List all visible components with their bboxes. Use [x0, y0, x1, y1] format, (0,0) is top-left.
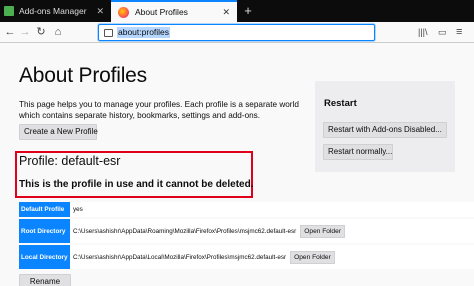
rename-profile-button[interactable]: Rename	[19, 274, 71, 286]
row-header-default-profile: Default Profile	[19, 202, 70, 217]
tab-label: Add-ons Manager	[19, 6, 87, 16]
local-directory-path: C:\Users\ashishr\AppData\Local\Mozilla\F…	[73, 253, 287, 261]
close-tab-icon[interactable]: ✕	[96, 6, 104, 17]
library-icon[interactable]: |||\	[418, 24, 428, 40]
page-title: About Profiles	[19, 64, 147, 87]
puzzle-piece-icon	[4, 6, 14, 16]
open-root-folder-button[interactable]: Open Folder	[300, 224, 345, 238]
tab-strip: Add-ons Manager ✕ About Profiles ✕ +	[0, 0, 474, 22]
open-local-folder-button[interactable]: Open Folder	[290, 250, 335, 264]
table-row: Local Directory C:\Users\ashishr\AppData…	[19, 245, 474, 269]
row-value: C:\Users\ashishr\AppData\Local\Mozilla\F…	[73, 245, 335, 269]
restart-normally-button[interactable]: Restart normally...	[323, 144, 393, 160]
restart-panel: Restart Restart with Add-ons Disabled...…	[315, 81, 455, 172]
table-row: Default Profile yes	[19, 202, 474, 217]
profile-heading: Profile: default-esr	[19, 154, 121, 168]
sidebar-icon[interactable]: ▭	[438, 24, 447, 40]
navigation-toolbar: ← → ↻ ⌂ about:profiles |||\ ▭ ≡	[0, 22, 474, 43]
hamburger-menu-icon[interactable]: ≡	[456, 24, 462, 40]
create-new-profile-button[interactable]: Create a New Profile	[19, 124, 98, 140]
row-header-root-directory: Root Directory	[19, 219, 70, 243]
url-text[interactable]: about:profiles	[117, 27, 171, 38]
tab-label: About Profiles	[135, 7, 188, 17]
new-tab-button[interactable]: +	[240, 0, 256, 22]
browser-window: Add-ons Manager ✕ About Profiles ✕ + ← →…	[0, 0, 474, 286]
row-value: yes	[73, 202, 83, 217]
restart-heading: Restart	[324, 98, 357, 109]
tab-about-profiles[interactable]: About Profiles ✕	[111, 0, 237, 22]
profile-in-use-warning: This is the profile in use and it cannot…	[19, 179, 254, 190]
page-info-icon[interactable]	[104, 29, 113, 37]
restart-addons-disabled-button[interactable]: Restart with Add-ons Disabled...	[323, 122, 447, 138]
forward-arrow-icon[interactable]: →	[18, 24, 32, 40]
reload-icon[interactable]: ↻	[34, 24, 48, 40]
home-icon[interactable]: ⌂	[51, 24, 65, 40]
url-bar[interactable]: about:profiles	[98, 24, 375, 41]
tab-addons-manager[interactable]: Add-ons Manager ✕	[0, 0, 110, 22]
row-value: C:\Users\ashishr\AppData\Roaming\Mozilla…	[73, 219, 345, 243]
back-arrow-icon[interactable]: ←	[3, 24, 17, 40]
firefox-logo-icon	[118, 6, 129, 18]
row-header-local-directory: Local Directory	[19, 245, 70, 269]
page-content: About Profiles This page helps you to ma…	[0, 44, 474, 286]
root-directory-path: C:\Users\ashishr\AppData\Roaming\Mozilla…	[73, 227, 297, 235]
close-tab-icon[interactable]: ✕	[222, 7, 230, 18]
table-row: Root Directory C:\Users\ashishr\AppData\…	[19, 219, 474, 243]
intro-text: This page helps you to manage your profi…	[19, 100, 299, 120]
default-profile-value: yes	[73, 206, 83, 213]
